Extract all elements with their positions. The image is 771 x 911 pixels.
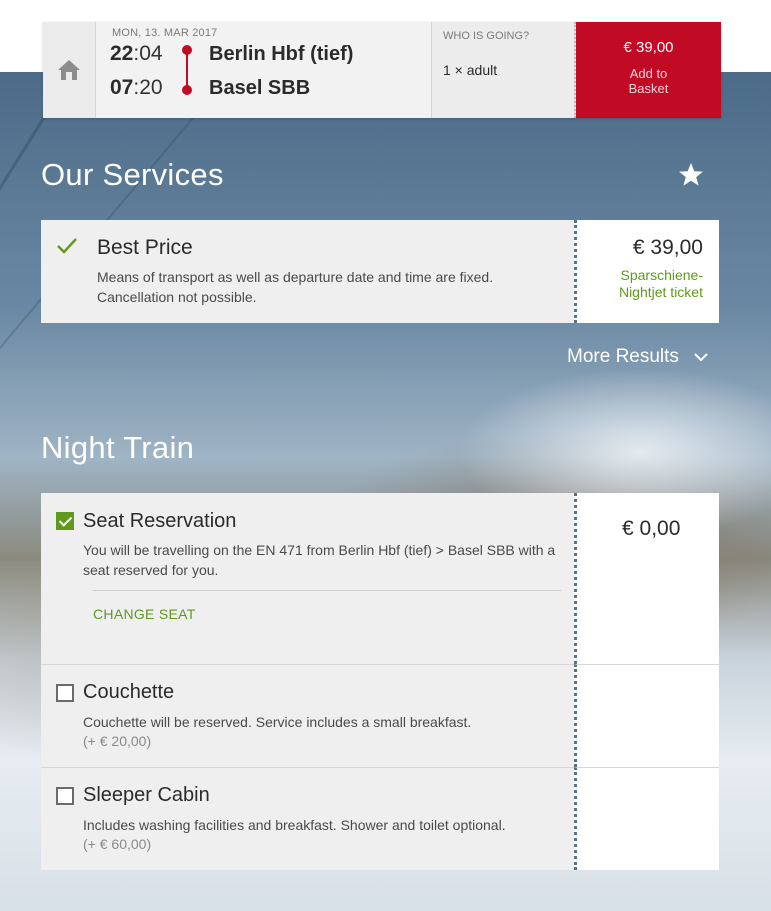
option-description: Includes washing facilities and breakfas… <box>83 817 506 833</box>
passenger-label: WHO IS GOING? <box>443 30 530 42</box>
journey-summary: MON, 13. MAR 2017 22:04 07:20 Berlin Hbf… <box>43 22 721 118</box>
arrival-hour: 07 <box>110 76 134 99</box>
sleeper-cabin-option[interactable]: Sleeper Cabin Includes washing facilitie… <box>41 767 719 870</box>
couchette-checkbox[interactable] <box>56 684 74 702</box>
more-results-label: More Results <box>567 346 679 367</box>
best-price-description: Means of transport as well as departure … <box>97 269 494 305</box>
best-price-card[interactable]: Best Price Means of transport as well as… <box>41 220 719 323</box>
departure-station: Berlin Hbf (tief) <box>209 43 354 65</box>
night-train-options: Seat Reservation You will be travelling … <box>41 493 719 870</box>
departure-hour: 22 <box>110 42 134 65</box>
couchette-option[interactable]: Couchette Couchette will be reserved. Se… <box>41 664 719 767</box>
change-seat-link[interactable]: CHANGE SEAT <box>93 606 196 622</box>
best-price-pricing: € 39,00 Sparschiene-Nightjet ticket <box>574 220 719 323</box>
checkmark-icon <box>57 238 77 254</box>
option-details: Sleeper Cabin Includes washing facilitie… <box>41 767 574 870</box>
add-to-basket-label: Add to Basket <box>628 65 669 96</box>
option-description: You will be travelling on the EN 471 fro… <box>83 542 556 578</box>
route-line <box>186 50 188 88</box>
route-info: MON, 13. MAR 2017 22:04 07:20 Berlin Hbf… <box>96 22 432 118</box>
option-details: Seat Reservation You will be travelling … <box>41 493 574 664</box>
best-price-title: Best Price <box>97 236 193 259</box>
best-price-amount: € 39,00 <box>632 236 703 259</box>
best-price-details: Best Price Means of transport as well as… <box>41 220 574 323</box>
option-description: Couchette will be reserved. Service incl… <box>83 714 472 730</box>
option-price: € 0,00 <box>622 517 681 540</box>
home-icon <box>58 60 80 80</box>
home-button[interactable] <box>43 22 96 118</box>
chevron-down-icon <box>694 353 708 362</box>
basket-price: € 39,00 <box>623 38 674 56</box>
night-train-heading: Night Train <box>41 430 195 465</box>
travel-date: MON, 13. MAR 2017 <box>112 27 218 39</box>
option-pricing: € 0,00 <box>574 493 719 664</box>
passenger-count: 1 × adult <box>443 62 498 78</box>
seat-reservation-option[interactable]: Seat Reservation You will be travelling … <box>41 493 719 664</box>
option-details: Couchette Couchette will be reserved. Se… <box>41 664 574 767</box>
departure-minute: :04 <box>133 42 163 65</box>
route-start-dot <box>182 45 192 55</box>
arrival-station: Basel SBB <box>209 77 311 99</box>
option-pricing <box>574 664 719 767</box>
divider <box>93 590 561 591</box>
route-end-dot <box>182 85 192 95</box>
arrival-time: 07:20 <box>110 76 163 100</box>
departure-time: 22:04 <box>110 42 163 66</box>
option-title: Sleeper Cabin <box>83 784 210 806</box>
option-title: Seat Reservation <box>83 510 237 532</box>
option-surcharge: (+ € 60,00) <box>83 836 152 852</box>
services-heading: Our Services <box>41 157 224 192</box>
option-surcharge: (+ € 20,00) <box>83 733 152 749</box>
more-results-button[interactable]: More Results <box>567 346 709 368</box>
ticket-type: Sparschiene-Nightjet ticket <box>618 267 703 300</box>
sleeper-cabin-checkbox[interactable] <box>56 787 74 805</box>
add-to-basket-button[interactable]: € 39,00 Add to Basket <box>576 22 721 118</box>
passenger-selector[interactable]: WHO IS GOING? 1 × adult <box>432 22 576 118</box>
option-title: Couchette <box>83 681 175 703</box>
option-pricing <box>574 767 719 870</box>
star-icon[interactable] <box>677 161 705 189</box>
seat-reservation-checkbox[interactable] <box>56 512 74 530</box>
arrival-minute: :20 <box>133 76 163 99</box>
